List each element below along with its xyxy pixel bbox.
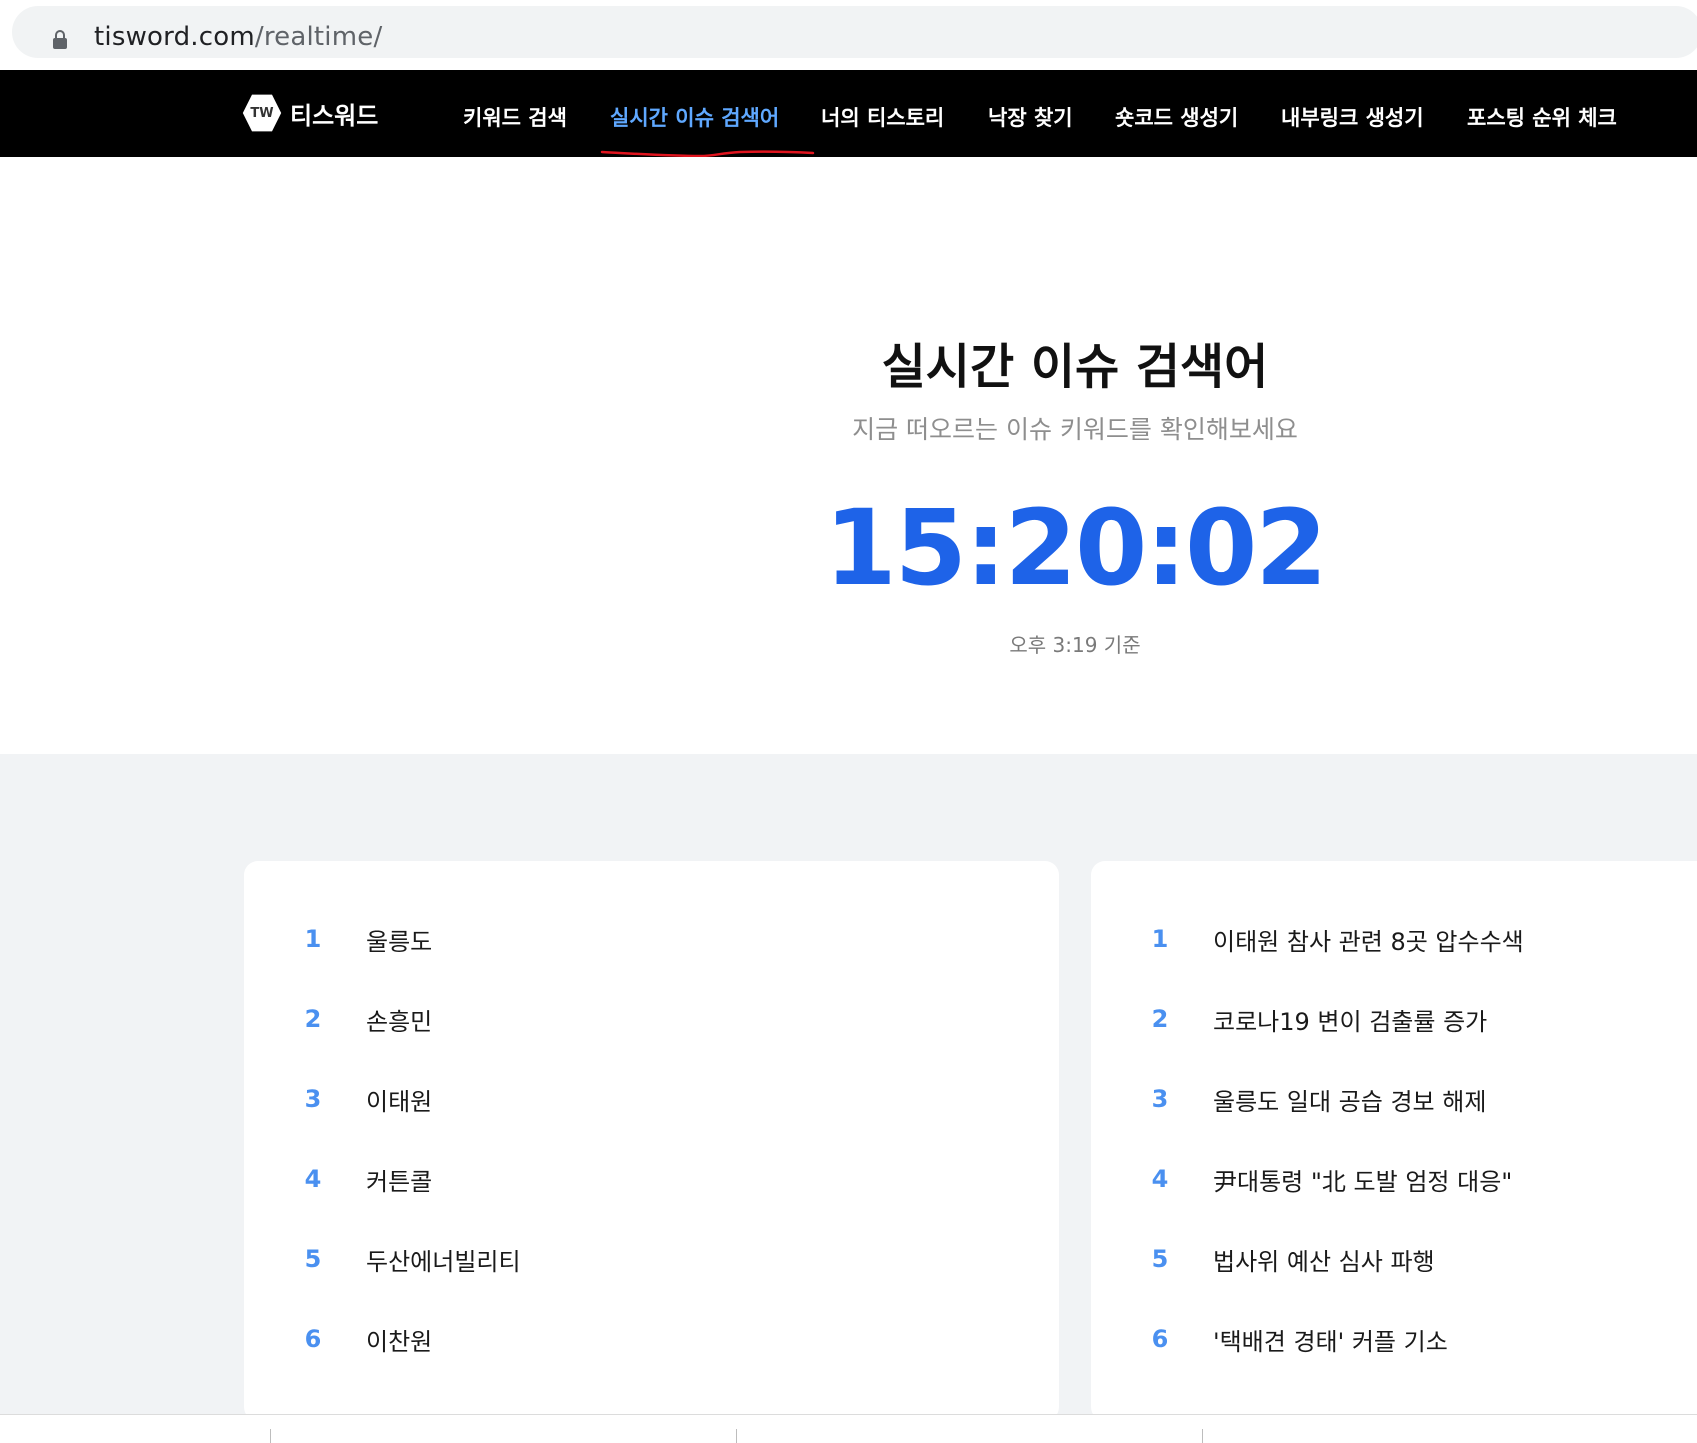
rank-number: 6	[304, 1325, 322, 1353]
rank-number: 4	[304, 1165, 322, 1193]
list-item[interactable]: 2 손흥민	[286, 999, 433, 1039]
rank-headline[interactable]: 울릉도 일대 공습 경보 해제	[1213, 1082, 1486, 1117]
rank-number: 2	[304, 1005, 322, 1033]
rank-number: 1	[1151, 925, 1169, 953]
rank-keyword[interactable]: 이태원	[366, 1082, 432, 1117]
rank-keyword[interactable]: 손흥민	[366, 1002, 432, 1037]
rank-headline[interactable]: 이태원 참사 관련 8곳 압수수색	[1213, 922, 1524, 957]
list-item[interactable]: 2 코로나19 변이 검출률 증가	[1133, 999, 1488, 1039]
nav-item-your-tistory[interactable]: 너의 티스토리	[821, 102, 944, 132]
footer-divider	[270, 1429, 271, 1443]
list-item[interactable]: 5 두산에너빌리티	[286, 1239, 521, 1279]
realtime-clock: 15:20:02	[824, 487, 1327, 609]
rank-number: 1	[304, 925, 322, 953]
list-item[interactable]: 1 이태원 참사 관련 8곳 압수수색	[1133, 919, 1524, 959]
news-ranking-card: 1 이태원 참사 관련 8곳 압수수색 2 코로나19 변이 검출률 증가 3 …	[1091, 861, 1697, 1421]
rank-headline[interactable]: 尹대통령 "北 도발 엄정 대응"	[1213, 1162, 1512, 1197]
footer-divider	[1202, 1429, 1203, 1443]
hero-section: 실시간 이슈 검색어 지금 떠오르는 이슈 키워드를 확인해보세요 15:20:…	[0, 157, 1697, 754]
rank-number: 2	[1151, 1005, 1169, 1033]
url-domain: tisword.com	[94, 22, 255, 52]
footer-strip	[0, 1414, 1697, 1443]
site-navbar: TW 티스워드 키워드 검색 실시간 이슈 검색어 너의 티스토리 낙장 찾기 …	[0, 70, 1697, 157]
browser-toolbar: tisword.com/realtime/	[0, 0, 1697, 70]
list-item[interactable]: 4 尹대통령 "北 도발 엄정 대응"	[1133, 1159, 1513, 1199]
rank-number: 3	[304, 1085, 322, 1113]
logo-mark-text: TW	[250, 105, 274, 121]
rank-number: 5	[304, 1245, 322, 1273]
logo-icon: TW	[242, 94, 282, 132]
list-item[interactable]: 6 이찬원	[286, 1319, 433, 1359]
logo-text: 티스워드	[290, 101, 379, 130]
list-item[interactable]: 3 이태원	[286, 1079, 433, 1119]
rank-number: 6	[1151, 1325, 1169, 1353]
rank-headline[interactable]: 코로나19 변이 검출률 증가	[1213, 1002, 1487, 1037]
rank-keyword[interactable]: 이찬원	[366, 1322, 432, 1357]
rank-headline[interactable]: '택배견 경태' 커플 기소	[1213, 1322, 1448, 1357]
nav-item-internal-link-generator[interactable]: 내부링크 생성기	[1281, 102, 1424, 132]
rankings-section: 1 울릉도 2 손흥민 3 이태원 4 커튼콜 5 두산에너빌리티 6 이찬원 …	[0, 754, 1697, 1421]
address-bar[interactable]: tisword.com/realtime/	[12, 6, 1697, 58]
rank-keyword[interactable]: 두산에너빌리티	[366, 1242, 521, 1277]
lock-icon	[53, 30, 67, 49]
list-item[interactable]: 1 울릉도	[286, 919, 433, 959]
list-item[interactable]: 3 울릉도 일대 공습 경보 해제	[1133, 1079, 1487, 1119]
list-item[interactable]: 6 '택배견 경태' 커플 기소	[1133, 1319, 1448, 1359]
list-item[interactable]: 5 법사위 예산 심사 파행	[1133, 1239, 1435, 1279]
rank-headline[interactable]: 법사위 예산 심사 파행	[1213, 1242, 1435, 1277]
nav-item-nakjang-finder[interactable]: 낙장 찾기	[988, 102, 1073, 132]
rank-keyword[interactable]: 울릉도	[366, 922, 432, 957]
rank-keyword[interactable]: 커튼콜	[366, 1162, 432, 1197]
page-title: 실시간 이슈 검색어	[881, 339, 1269, 395]
list-item[interactable]: 4 커튼콜	[286, 1159, 433, 1199]
nav-item-posting-rank-check[interactable]: 포스팅 순위 체크	[1467, 102, 1617, 132]
url-text[interactable]: tisword.com/realtime/	[94, 22, 382, 52]
basis-timestamp: 오후 3:19 기준	[1009, 633, 1141, 657]
nav-item-keyword-search[interactable]: 키워드 검색	[463, 102, 567, 132]
nav-item-shortcode-generator[interactable]: 숏코드 생성기	[1115, 102, 1238, 132]
keyword-ranking-card: 1 울릉도 2 손흥민 3 이태원 4 커튼콜 5 두산에너빌리티 6 이찬원	[244, 861, 1059, 1421]
rank-number: 4	[1151, 1165, 1169, 1193]
nav-item-realtime-issues[interactable]: 실시간 이슈 검색어	[610, 102, 779, 132]
rank-number: 3	[1151, 1085, 1169, 1113]
footer-divider	[736, 1429, 737, 1443]
page-subtitle: 지금 떠오르는 이슈 키워드를 확인해보세요	[852, 415, 1298, 444]
site-logo[interactable]: TW 티스워드	[242, 92, 378, 134]
url-path: /realtime/	[254, 22, 383, 52]
rank-number: 5	[1151, 1245, 1169, 1273]
